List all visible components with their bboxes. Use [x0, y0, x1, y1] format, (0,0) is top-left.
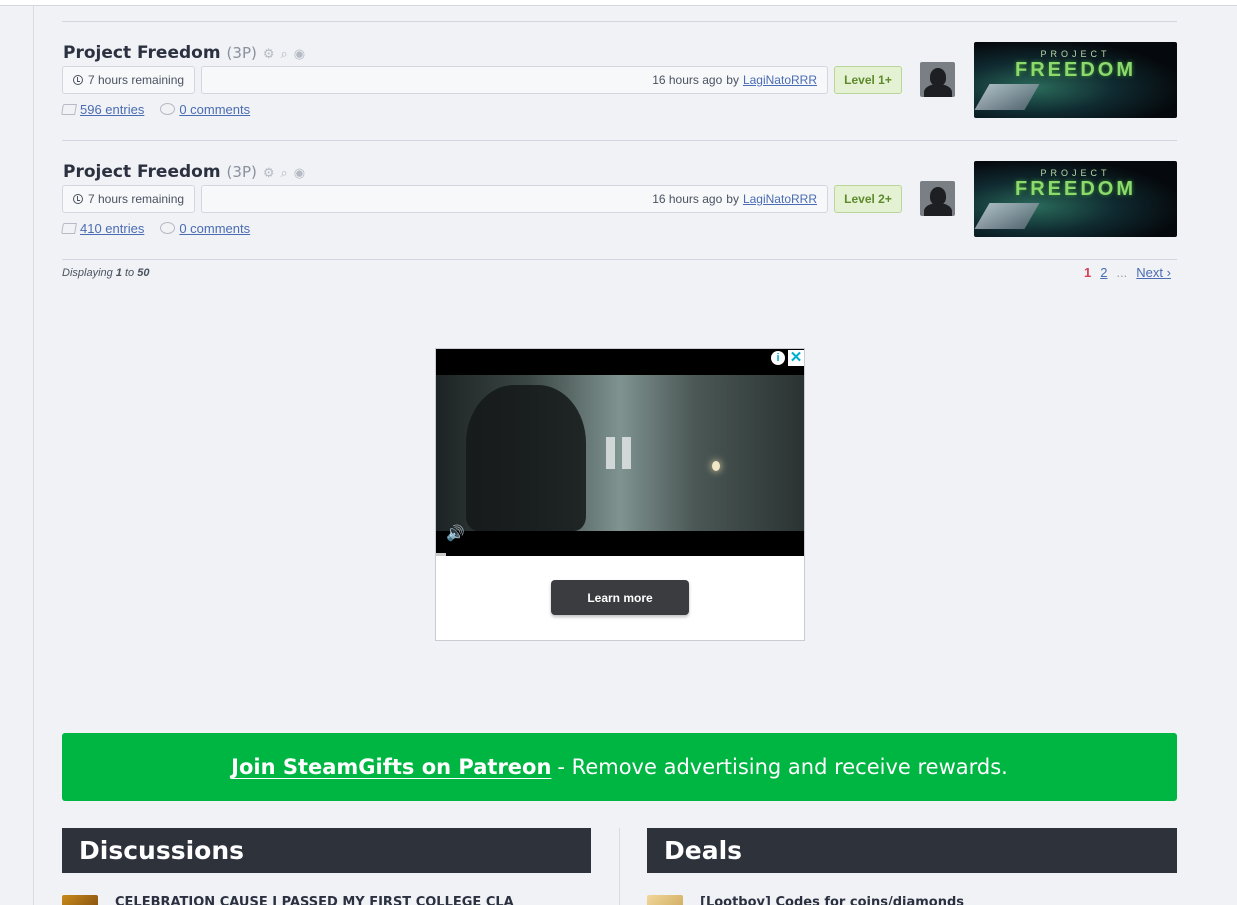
- ship-graphic: [974, 203, 1040, 229]
- game-thumbnail[interactable]: PROJECT FREEDOM: [974, 161, 1177, 237]
- comments-link[interactable]: 0 comments: [179, 102, 250, 117]
- creator-link[interactable]: LagiNatoRRR: [743, 192, 817, 206]
- clock-icon: [73, 75, 83, 85]
- paginator: Displaying 1 to 50 1 2 ... Next ›: [62, 264, 1177, 284]
- tag-icon: [61, 103, 77, 115]
- divider: [62, 259, 1177, 260]
- next-page-link[interactable]: Next ›: [1136, 265, 1171, 280]
- patreon-banner[interactable]: Join SteamGifts on Patreon - Remove adve…: [62, 733, 1177, 801]
- creator-link[interactable]: LagiNatoRRR: [743, 73, 817, 87]
- top-bar: [0, 0, 1237, 6]
- level-badge: Level 1+: [834, 66, 902, 94]
- volume-icon[interactable]: 🔊: [446, 524, 465, 542]
- giveaway-heading: Project Freedom (3P) ⚙ ⌕ ◉: [63, 42, 305, 64]
- search-icon[interactable]: ⌕: [281, 166, 288, 179]
- entries-link[interactable]: 596 entries: [80, 102, 144, 117]
- entries-link[interactable]: 410 entries: [80, 221, 144, 236]
- time-remaining: 7 hours remaining: [62, 66, 195, 94]
- divider: [62, 21, 1177, 22]
- avatar[interactable]: [647, 895, 683, 905]
- giveaway-links: 410 entries 0 comments: [61, 219, 250, 237]
- level-badge: Level 2+: [834, 185, 902, 213]
- chevron-right-icon: ›: [1166, 265, 1171, 280]
- displaying-range: Displaying 1 to 50: [62, 267, 150, 279]
- avatar[interactable]: [920, 62, 955, 97]
- patreon-link[interactable]: Join SteamGifts on Patreon: [231, 755, 551, 779]
- list-item[interactable]: [Lootboy] Codes for coins/diamonds: [647, 893, 1177, 905]
- game-thumbnail[interactable]: PROJECT FREEDOM: [974, 42, 1177, 118]
- deal-title[interactable]: [Lootboy] Codes for coins/diamonds: [700, 895, 964, 905]
- time-remaining: 7 hours remaining: [62, 185, 195, 213]
- pause-icon[interactable]: [606, 437, 632, 469]
- video-ad: 🔊 i ✕ Learn more: [435, 348, 805, 641]
- comment-icon: [160, 222, 176, 234]
- avatar[interactable]: [62, 895, 98, 905]
- current-page: 1: [1083, 265, 1092, 280]
- search-icon[interactable]: ⌕: [281, 47, 288, 60]
- giveaway-row: Project Freedom (3P) ⚙ ⌕ ◉ 7 hours remai…: [61, 161, 1177, 257]
- steam-icon[interactable]: ⚙: [263, 166, 275, 179]
- video-progress: [436, 553, 446, 556]
- ellipsis: ...: [1116, 265, 1128, 280]
- giveaway-links: 596 entries 0 comments: [61, 100, 250, 118]
- page-2-link[interactable]: 2: [1100, 265, 1107, 280]
- ad-video[interactable]: 🔊 i ✕: [436, 349, 804, 556]
- giveaway-copies: (3P): [226, 163, 257, 181]
- clock-icon: [73, 194, 83, 204]
- column-divider: [619, 828, 620, 905]
- created-info: 16 hours ago by LagiNatoRRR: [201, 66, 828, 94]
- ad-info-icon[interactable]: i: [771, 351, 785, 365]
- giveaway-name[interactable]: Project Freedom: [63, 162, 221, 182]
- steam-icon[interactable]: ⚙: [263, 47, 275, 60]
- divider: [62, 140, 1177, 141]
- giveaway-row: Project Freedom (3P) ⚙ ⌕ ◉ 7 hours remai…: [61, 42, 1177, 138]
- left-border: [33, 6, 34, 905]
- avatar[interactable]: [920, 181, 955, 216]
- deals-heading[interactable]: Deals: [647, 828, 1177, 873]
- deals-section: Deals [Lootboy] Codes for coins/diamonds: [647, 828, 1177, 905]
- discussions-heading[interactable]: Discussions: [62, 828, 591, 873]
- patreon-text: - Remove advertising and receive rewards…: [557, 755, 1008, 779]
- comment-icon: [160, 103, 176, 115]
- giveaway-copies: (3P): [226, 44, 257, 62]
- hide-icon[interactable]: ◉: [294, 47, 305, 60]
- hide-icon[interactable]: ◉: [294, 166, 305, 179]
- discussion-title[interactable]: CELEBRATION CAUSE I PASSED MY FIRST COLL…: [115, 895, 514, 905]
- giveaway-name[interactable]: Project Freedom: [63, 43, 221, 63]
- comments-link[interactable]: 0 comments: [179, 221, 250, 236]
- discussions-section: Discussions CELEBRATION CAUSE I PASSED M…: [62, 828, 591, 905]
- list-item[interactable]: CELEBRATION CAUSE I PASSED MY FIRST COLL…: [62, 893, 591, 905]
- giveaway-heading: Project Freedom (3P) ⚙ ⌕ ◉: [63, 161, 305, 183]
- learn-more-button[interactable]: Learn more: [551, 580, 689, 615]
- page-links: 1 2 ... Next ›: [1084, 265, 1171, 280]
- tag-icon: [61, 222, 77, 234]
- ad-close-icon[interactable]: ✕: [788, 350, 804, 366]
- ship-graphic: [974, 84, 1040, 110]
- created-info: 16 hours ago by LagiNatoRRR: [201, 185, 828, 213]
